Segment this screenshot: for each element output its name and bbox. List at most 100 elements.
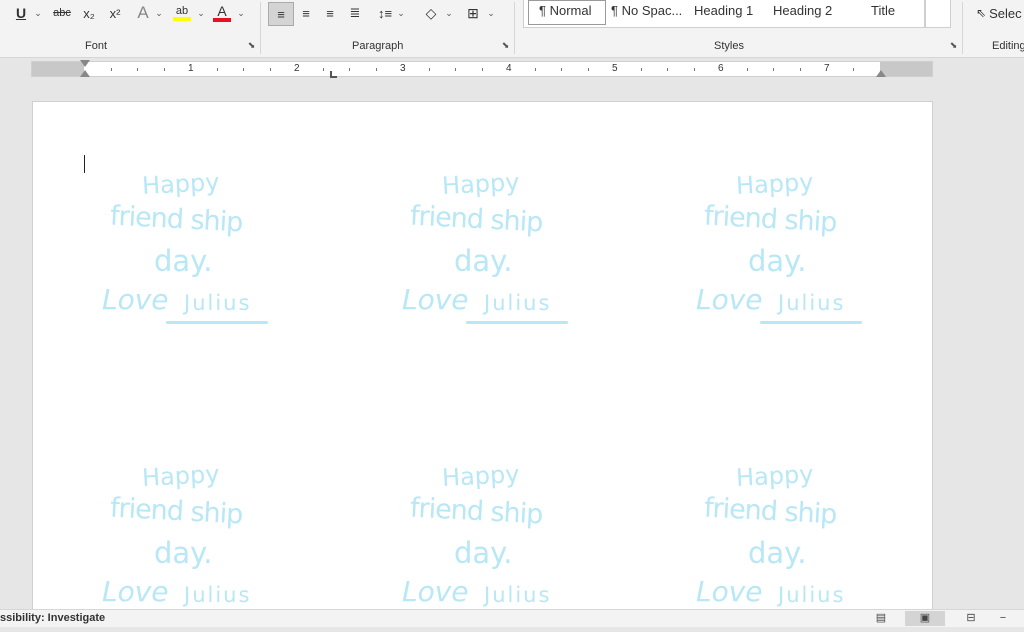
web-layout-icon[interactable]: ⊟ — [960, 611, 982, 626]
tab-stop-marker[interactable] — [330, 71, 337, 78]
ruler-tick — [588, 68, 589, 71]
align-center-button[interactable]: ≡ — [294, 2, 318, 24]
ruler-tick — [455, 68, 456, 71]
label-line-happy: Happy — [735, 459, 815, 493]
label-line-friendship: friend ship — [409, 200, 544, 239]
highlight-dropdown-icon[interactable]: ⌄ — [196, 2, 206, 24]
label-line-julius: Julius — [484, 583, 552, 607]
ruler-number: 5 — [612, 63, 618, 74]
ruler-number: 1 — [188, 63, 194, 74]
borders-dropdown-icon[interactable]: ⌄ — [486, 2, 496, 24]
font-group-label: Font — [85, 40, 108, 52]
print-layout-icon[interactable]: ▣ — [905, 611, 945, 626]
font-color-dropdown-icon[interactable]: ⌄ — [236, 2, 246, 24]
right-indent-marker[interactable] — [876, 70, 886, 77]
label-line-julius: Julius — [184, 583, 252, 607]
select-label: Selec — [989, 5, 1022, 21]
strikethrough-button[interactable]: abc — [50, 2, 74, 24]
style-no-spacing[interactable]: ¶ No Spac... — [611, 3, 682, 18]
ruler-number: 4 — [506, 63, 512, 74]
label-line-friendship: friend ship — [703, 492, 838, 531]
highlight-button[interactable]: ab — [170, 2, 194, 24]
style-heading-2[interactable]: Heading 2 — [773, 3, 832, 18]
font-color-button[interactable]: A — [210, 2, 234, 24]
select-button[interactable]: ⇖ Selec — [976, 2, 1024, 24]
shading-dropdown-icon[interactable]: ⌄ — [444, 2, 454, 24]
line-spacing-icon[interactable]: ↕≡ — [374, 2, 396, 24]
justify-button[interactable]: ≣ — [343, 2, 367, 24]
label-line-happy: Happy — [141, 167, 221, 201]
label-line-day: day. — [748, 536, 807, 570]
ruler-tick — [243, 68, 244, 71]
text-cursor — [84, 155, 85, 173]
label-line-love: Love — [402, 575, 469, 608]
align-left-button[interactable]: ≡ — [268, 2, 294, 26]
ruler-tick — [270, 68, 271, 71]
separator — [962, 2, 963, 54]
ruler-tick — [349, 68, 350, 71]
label-card: Happy friend ship day. Love Julius — [402, 168, 582, 340]
text-effects-dropdown-icon[interactable]: ⌄ — [154, 2, 164, 24]
shading-icon[interactable]: ◇ — [420, 2, 442, 24]
ribbon: U ⌄ abc x₂ x² A ⌄ ab ⌄ A ⌄ Font ⬊ ≡ ≡ ≡ … — [0, 0, 1024, 58]
label-line-friendship: friend ship — [703, 200, 838, 239]
label-line-happy: Happy — [735, 167, 815, 201]
text-effects-button[interactable]: A — [132, 2, 154, 24]
styles-group-label: Styles — [714, 40, 744, 52]
ruler-tick — [800, 68, 801, 71]
label-line-julius: Julius — [484, 291, 552, 315]
ruler-tick — [853, 68, 854, 71]
label-line-love: Love — [102, 283, 169, 316]
label-line-love: Love — [696, 283, 763, 316]
ruler-tick — [429, 68, 430, 71]
ruler-tick — [164, 68, 165, 71]
label-line-julius: Julius — [184, 291, 252, 315]
label-line-friendship: friend ship — [109, 492, 244, 531]
separator — [260, 2, 261, 54]
ruler-tick — [137, 68, 138, 71]
align-right-button[interactable]: ≡ — [318, 2, 342, 24]
ruler-number: 2 — [294, 63, 300, 74]
underline-dropdown-icon[interactable]: ⌄ — [33, 2, 43, 24]
styles-dialog-launcher-icon[interactable]: ⬊ — [949, 41, 958, 50]
ruler-tick — [323, 68, 324, 71]
first-line-indent-marker[interactable] — [80, 60, 90, 67]
horizontal-ruler[interactable]: 1 2 3 4 5 6 7 — [31, 60, 933, 78]
font-dialog-launcher-icon[interactable]: ⬊ — [247, 41, 256, 50]
style-normal[interactable]: ¶ Normal — [539, 3, 592, 18]
label-line-day: day. — [748, 244, 807, 278]
label-underline — [466, 321, 568, 324]
ruler-tick — [217, 68, 218, 71]
ruler-tick — [641, 68, 642, 71]
paragraph-dialog-launcher-icon[interactable]: ⬊ — [501, 41, 510, 50]
cursor-arrow-icon: ⇖ — [976, 6, 987, 20]
subscript-button[interactable]: x₂ — [78, 2, 100, 24]
label-underline — [760, 321, 862, 324]
ruler-tick — [694, 68, 695, 71]
highlight-label: ab — [175, 5, 189, 17]
underline-button[interactable]: U — [10, 2, 32, 24]
superscript-button[interactable]: x² — [104, 2, 126, 24]
paragraph-group-label: Paragraph — [352, 40, 404, 52]
style-heading-1[interactable]: Heading 1 — [694, 3, 753, 18]
line-spacing-dropdown-icon[interactable]: ⌄ — [396, 2, 406, 24]
label-line-love: Love — [696, 575, 763, 608]
styles-scroll-button[interactable] — [925, 0, 951, 28]
zoom-out-icon[interactable]: − — [992, 611, 1014, 626]
ruler-tick — [535, 68, 536, 71]
label-line-friendship: friend ship — [109, 200, 244, 239]
ruler-left-margin — [32, 62, 84, 76]
label-card: Happy friend ship day. Love Julius — [102, 460, 282, 632]
label-card: Happy friend ship day. Love Julius — [696, 167, 876, 340]
left-indent-marker[interactable] — [80, 70, 90, 77]
read-mode-icon[interactable]: ▤ — [870, 611, 892, 626]
ruler-tick — [376, 68, 377, 71]
label-line-julius: Julius — [778, 291, 846, 315]
font-color-bar — [213, 18, 231, 22]
ruler-tick — [482, 68, 483, 71]
accessibility-status[interactable]: ssibility: Investigate — [0, 612, 105, 624]
borders-icon[interactable]: ⊞ — [462, 2, 484, 24]
ruler-number: 6 — [718, 63, 724, 74]
label-line-friendship: friend ship — [409, 492, 544, 531]
style-title[interactable]: Title — [871, 3, 895, 18]
